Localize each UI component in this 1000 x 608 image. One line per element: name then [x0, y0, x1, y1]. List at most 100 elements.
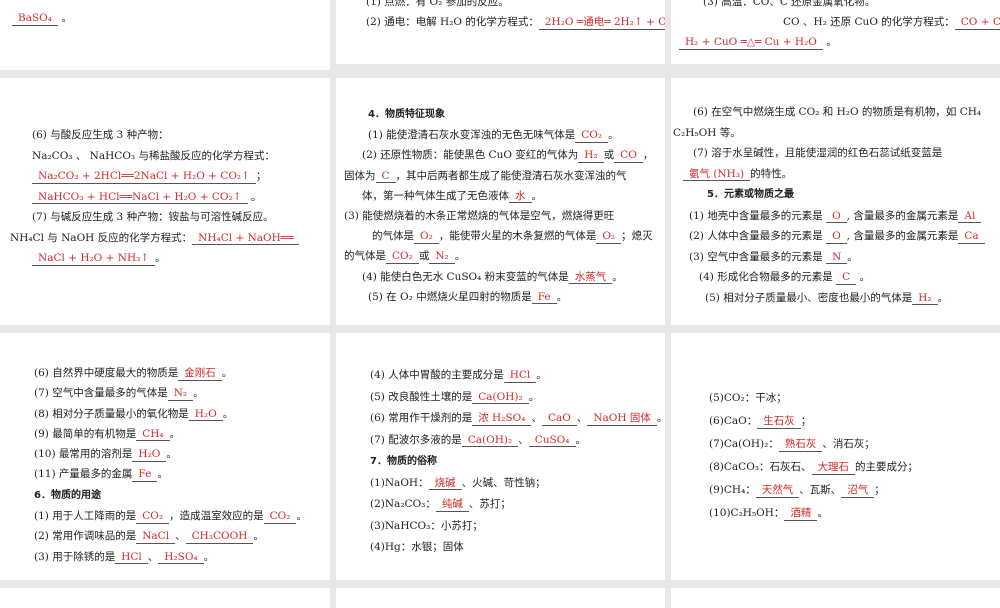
slide-panel [336, 588, 665, 608]
text-line: NH₄Cl 与 NaOH 反应的化学方程式： NH₄Cl + NaOH══ [0, 228, 330, 249]
text-line: (5) 改良酸性土壤的是 Ca(OH)₂。 [336, 387, 665, 409]
text-line: (5) 相对分子质量最小、密度也最小的气体是 H₂。 [671, 288, 1000, 309]
answer-blank: C [836, 271, 857, 285]
answer-blank: H₂SO₄ [158, 551, 204, 565]
question-text: (2)Na₂CO₃： [370, 498, 436, 510]
answer-blank: H₂ + CuO ═△═ Cu + H₂O [679, 36, 823, 50]
question-text: 、 [518, 433, 529, 446]
answer-blank: HCl [115, 551, 148, 565]
question-text: (6) 与酸反应生成 3 种产物： [32, 129, 169, 141]
question-text: 。 [166, 448, 177, 461]
answer-blank: Na₂CO₃ + 2HCl══2NaCl + H₂O + CO₂↑ [32, 170, 256, 184]
text-line: (4)Hg：水银；固体 [336, 537, 665, 559]
question-text: 。 [222, 407, 234, 420]
text-line: 体，第一种气体生成了无色液体水。 [336, 186, 665, 206]
question-text: C₂H₅OH 等。 [673, 126, 741, 139]
slide-panel: (1) 点燃：有 O₂ 参加的反应。 (2) 通电：电解 H₂O 的化学方程式： 2… [336, 0, 665, 64]
text-line: (2) 还原性物质：能使黑色 CuO 变红的气体为 H₂ 或 CO， [336, 145, 665, 165]
question-text: (7)Ca(OH)₂： [709, 438, 779, 450]
answer-blank: C [375, 170, 396, 184]
question-text: (1) 点燃：有 O₂ 参加的反应。 [366, 0, 509, 8]
question-text: 体，第一种气体生成了无色液体 [362, 189, 509, 202]
answer-blank: 酒精 [784, 507, 818, 521]
answer-blank: N₂ [429, 250, 455, 265]
question-text: , 含量最多的金属元素是 [846, 230, 959, 242]
question-text: (2) 常用作调味品的是 [34, 530, 137, 543]
text-line: (8)CaCO₃：石灰石、 大理石 的主要成分； [671, 456, 1000, 479]
text-line: (3)NaHCO₃：小苏打； [336, 516, 665, 538]
question-text: 、 [147, 550, 159, 563]
question-text: 。 [58, 12, 72, 24]
answer-blank: N [826, 251, 848, 265]
section-heading: 6．物质的用途 [34, 489, 101, 501]
question-text: 、瓦斯、 [799, 484, 842, 496]
question-text: 。 [856, 271, 870, 283]
question-text: (6)CaO： [709, 415, 758, 427]
question-text: (3) 能使燃烧着的木条正常燃烧的气体是空气，燃烧得更旺 [344, 210, 615, 223]
answer-blank: CO₂ [386, 250, 419, 265]
answer-blank: CO₂ [136, 510, 170, 524]
question-text: 。 [536, 369, 547, 381]
text-line: (2) 通电：电解 H₂O 的化学方程式：2H₂O ═通电═ 2H₂↑ + O₂… [336, 12, 665, 32]
question-text: ，其中后两者都生成了能使澄清石灰水变浑浊的气 [395, 169, 627, 182]
answer-blank: Ca [958, 230, 985, 244]
answer-blank: CH₃COOH [185, 530, 254, 544]
text-line: (6) 自然界中硬度最大的物质是 金刚石。 [0, 363, 330, 383]
question-text: 、 [175, 530, 186, 543]
answer-blank: O [826, 230, 847, 244]
answer-blank: CO₂ [575, 129, 609, 143]
answer-blank: H₂O [132, 448, 167, 462]
text-line: (6)CaO： 生石灰； [671, 410, 1000, 433]
text-line: (10)C₂H₅OH： 酒精。 [671, 502, 1000, 525]
question-text: 的气体是 [344, 250, 386, 263]
answer-blank: 熟石灰 [778, 438, 823, 452]
answer-blank: Fe [132, 468, 158, 483]
question-text: (1) 地壳中含量最多的元素是 [689, 209, 827, 222]
question-text: 。 [247, 190, 262, 203]
text-line: (7) 空气中含量最多的气体是 N₂。 [0, 383, 330, 403]
text-line: (6) 在空气中燃烧生成 CO₂ 和 H₂O 的物质是有机物，如 CH₄ [671, 102, 1000, 123]
question-text: (10) 最常用的溶剂是 [34, 448, 133, 461]
text-line: 的气体是 CO₂ 或 N₂。 [336, 246, 665, 266]
answer-blank: 金刚石 [178, 367, 222, 381]
answer-blank: 2H₂O ═通电═ 2H₂↑ + O₂↑ [538, 16, 665, 30]
section-heading: 7．物质的俗称 [370, 456, 437, 467]
text-line: (7) 与碱反应生成 3 种产物：铵盐与可溶性碱反应。 [0, 207, 330, 228]
text-line: (4) 人体中胃酸的主要成分是 HCl。 [336, 365, 665, 387]
question-text: 的特性。 [750, 167, 793, 180]
question-text: 固体为 [344, 169, 376, 182]
text-line: (1) 能使澄清石灰水变浑浊的无色无味气体是 CO₂。 [336, 125, 665, 145]
text-line: 5．元素或物质之最 [671, 184, 1000, 206]
question-text: (6) 常用作干燥剂的是 [370, 412, 473, 424]
answer-blank: CO + CuO ═△═ Cu + CO₂ [954, 16, 1000, 30]
question-text: 。 [221, 367, 233, 379]
text-line: NaHCO₃ + HCl══NaCl + H₂O + CO₂↑ 。 [0, 187, 330, 208]
text-line: (7) 溶于水呈碱性，且能使湿润的红色石蕊试纸变蓝是 [671, 143, 1000, 164]
question-text: 。 [556, 290, 568, 303]
question-text: 。 [454, 250, 466, 263]
text-line: (4) 形成化合物最多的元素是 C 。 [671, 267, 1000, 288]
question-text: 。 [253, 530, 264, 543]
text-line: (1) 点燃：有 O₂ 参加的反应。 [336, 0, 665, 12]
answer-blank: 水蒸气 [568, 271, 613, 285]
text-line: (7)Ca(OH)₂： 熟石灰 、消石灰； [671, 433, 1000, 456]
answer-blank: NaOH 固体 [587, 412, 657, 426]
answer-blank: HCl [503, 369, 537, 383]
slide-panel: (5)CO₂：干冰； (6)CaO： 生石灰； (7)Ca(OH)₂： 熟石灰 、消石灰；… [671, 333, 1000, 580]
question-text: 、 [531, 412, 542, 424]
answer-blank: NaCl + H₂O + NH₃↑ [32, 252, 156, 266]
answer-blank: Ca(OH)₂ [461, 434, 519, 448]
answer-blank: 天然气 [755, 484, 800, 498]
question-text: (10)C₂H₅OH： [709, 507, 785, 519]
text-line: Na₂CO₃ 、 NaHCO₃ 与稀盐酸反应的化学方程式： [0, 146, 330, 167]
question-text: 、 [576, 412, 588, 424]
question-text: (5) 在 O₂ 中燃烧火星四射的物质是 [368, 290, 532, 303]
question-text: NH₄Cl 与 NaOH 反应的化学方程式： [10, 231, 193, 244]
question-text: 或 [418, 250, 430, 263]
text-line: (11) 产量最多的金属 Fe。 [0, 464, 330, 484]
question-text: 的主要成分； [855, 461, 919, 473]
question-text: 的气体是 [372, 230, 414, 243]
question-text: Na₂CO₃ 、 NaHCO₃ 与稀盐酸反应的化学方程式： [32, 149, 275, 162]
question-text: 、火碱、苛性钠； [461, 476, 546, 489]
answer-blank: NaCl [136, 530, 176, 544]
